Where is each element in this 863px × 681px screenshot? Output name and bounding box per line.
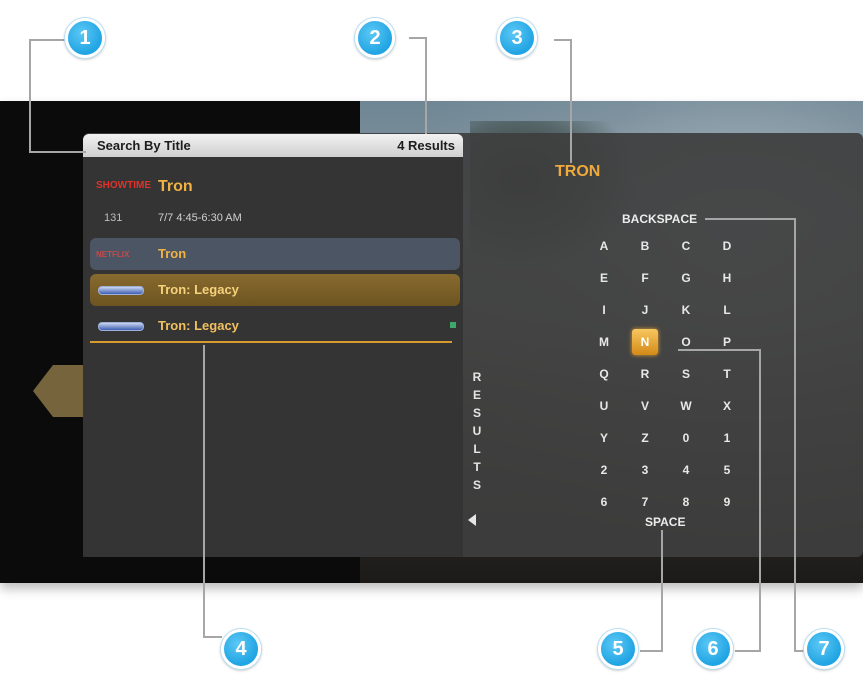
key-a[interactable]: A xyxy=(591,233,617,259)
space-key[interactable]: SPACE xyxy=(645,515,685,529)
key-6[interactable]: 6 xyxy=(591,489,617,515)
key-n[interactable]: N xyxy=(632,329,658,355)
key-8[interactable]: 8 xyxy=(673,489,699,515)
callout-4: 4 xyxy=(221,629,261,669)
provider-logo-icon xyxy=(98,286,144,295)
results-letter: T xyxy=(473,460,481,474)
callout-5: 5 xyxy=(598,629,638,669)
search-query: TRON xyxy=(555,163,601,180)
key-w[interactable]: W xyxy=(673,393,699,419)
search-header: Search By Title 4 Results xyxy=(83,134,463,157)
key-1[interactable]: 1 xyxy=(714,425,740,451)
provider-logo-icon xyxy=(98,322,144,331)
key-k[interactable]: K xyxy=(673,297,699,323)
list-item[interactable]: SHOWTIME Tron xyxy=(90,168,460,208)
key-s[interactable]: S xyxy=(673,361,699,387)
key-y[interactable]: Y xyxy=(591,425,617,451)
callout-1: 1 xyxy=(65,18,105,58)
key-p[interactable]: P xyxy=(714,329,740,355)
results-letter: S xyxy=(472,406,481,420)
key-0[interactable]: 0 xyxy=(673,425,699,451)
results-letter: L xyxy=(473,442,481,456)
channel-number: 131 xyxy=(104,212,123,224)
key-3[interactable]: 3 xyxy=(632,457,658,483)
list-divider xyxy=(90,341,452,343)
key-f[interactable]: F xyxy=(632,265,658,291)
key-h[interactable]: H xyxy=(714,265,740,291)
key-b[interactable]: B xyxy=(632,233,658,259)
key-x[interactable]: X xyxy=(714,393,740,419)
list-item-airing[interactable]: 131 7/7 4:45-6:30 AM xyxy=(90,206,460,232)
key-5[interactable]: 5 xyxy=(714,457,740,483)
key-4[interactable]: 4 xyxy=(673,457,699,483)
key-t[interactable]: T xyxy=(714,361,740,387)
network-logo-icon: SHOWTIME xyxy=(96,180,151,191)
search-title: Search By Title xyxy=(97,138,191,153)
callout-2: 2 xyxy=(355,18,395,58)
key-v[interactable]: V xyxy=(632,393,658,419)
key-g[interactable]: G xyxy=(673,265,699,291)
list-item-title: Tron: Legacy xyxy=(158,282,239,297)
network-logo-icon: NETFLIX xyxy=(96,250,130,259)
key-9[interactable]: 9 xyxy=(714,489,740,515)
key-l[interactable]: L xyxy=(714,297,740,323)
results-count: 4 Results xyxy=(397,138,455,153)
key-2[interactable]: 2 xyxy=(591,457,617,483)
list-item-title: Tron xyxy=(158,246,187,261)
key-c[interactable]: C xyxy=(673,233,699,259)
key-j[interactable]: J xyxy=(632,297,658,323)
key-r[interactable]: R xyxy=(632,361,658,387)
list-item-title: Tron xyxy=(158,178,193,195)
key-o[interactable]: O xyxy=(673,329,699,355)
results-letter: R xyxy=(472,370,482,384)
key-i[interactable]: I xyxy=(591,297,617,323)
results-arrow-icon[interactable] xyxy=(468,514,476,526)
callout-7: 7 xyxy=(804,629,844,669)
results-letter: S xyxy=(472,478,481,492)
callout-6: 6 xyxy=(693,629,733,669)
key-m[interactable]: M xyxy=(591,329,617,355)
list-item[interactable]: NETFLIX Tron xyxy=(90,238,460,270)
left-nav-arrow-icon[interactable] xyxy=(33,365,83,417)
key-7[interactable]: 7 xyxy=(632,489,658,515)
backspace-key[interactable]: BACKSPACE xyxy=(622,212,697,226)
list-item-selected[interactable]: Tron: Legacy xyxy=(90,274,460,306)
list-item[interactable]: Tron: Legacy xyxy=(90,310,460,342)
airing-time: 7/7 4:45-6:30 AM xyxy=(158,212,242,224)
list-item-title: Tron: Legacy xyxy=(158,318,239,333)
key-d[interactable]: D xyxy=(714,233,740,259)
key-z[interactable]: Z xyxy=(632,425,658,451)
callout-3: 3 xyxy=(497,18,537,58)
key-q[interactable]: Q xyxy=(591,361,617,387)
recording-indicator-icon xyxy=(450,322,456,328)
results-letter: E xyxy=(472,388,481,402)
key-e[interactable]: E xyxy=(591,265,617,291)
key-u[interactable]: U xyxy=(591,393,617,419)
results-letter: U xyxy=(472,424,482,438)
